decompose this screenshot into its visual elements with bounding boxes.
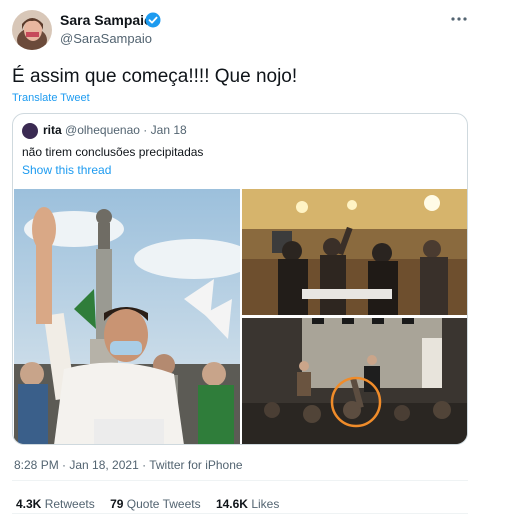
quote-tweets-stat[interactable]: 79 Quote Tweets <box>110 497 201 511</box>
quote-text: não tirem conclusões precipitadas <box>22 145 204 159</box>
author-name[interactable]: Sara Sampaio <box>60 12 153 28</box>
quote-date[interactable]: Jan 18 <box>151 123 187 137</box>
quote-photo-rally[interactable] <box>14 189 240 444</box>
show-thread-link[interactable]: Show this thread <box>22 163 111 177</box>
quote-tweets-count: 79 <box>110 497 124 511</box>
more-options-icon[interactable] <box>450 12 468 24</box>
likes-label: Likes <box>251 497 280 511</box>
quote-photo-stage[interactable] <box>242 318 467 444</box>
likes-stat[interactable]: 14.6K Likes <box>216 497 279 511</box>
translate-tweet-link[interactable]: Translate Tweet <box>12 92 90 104</box>
quote-header: rita @olhequenao · Jan 18 <box>43 123 187 137</box>
tweet-text: É assim que começa!!!! Que nojo! <box>12 66 298 87</box>
tweet-stats: 4.3K Retweets 79 Quote Tweets 14.6K Like… <box>16 497 291 511</box>
retweets-count: 4.3K <box>16 497 42 511</box>
quote-photo-event-hall[interactable] <box>242 189 467 315</box>
quote-separator: · <box>143 123 148 137</box>
quote-author-handle[interactable]: @olhequenao <box>65 123 140 137</box>
author-avatar[interactable] <box>12 10 52 50</box>
divider <box>12 480 468 481</box>
quote-author-avatar[interactable] <box>22 123 38 139</box>
quoted-tweet-card[interactable]: rita @olhequenao · Jan 18 não tirem conc… <box>12 113 468 445</box>
author-handle[interactable]: @SaraSampaio <box>60 31 152 46</box>
retweets-label: Retweets <box>44 497 95 511</box>
tweet-timestamp[interactable]: 8:28 PM · Jan 18, 2021 · Twitter for iPh… <box>14 458 243 472</box>
tweet: Sara Sampaio @SaraSampaio É assim que co… <box>0 0 519 516</box>
divider <box>12 513 468 514</box>
quote-tweets-label: Quote Tweets <box>126 497 201 511</box>
likes-count: 14.6K <box>215 497 248 511</box>
quote-author-name[interactable]: rita <box>43 123 62 137</box>
retweets-stat[interactable]: 4.3K Retweets <box>16 497 95 511</box>
verified-badge-icon <box>145 12 161 28</box>
